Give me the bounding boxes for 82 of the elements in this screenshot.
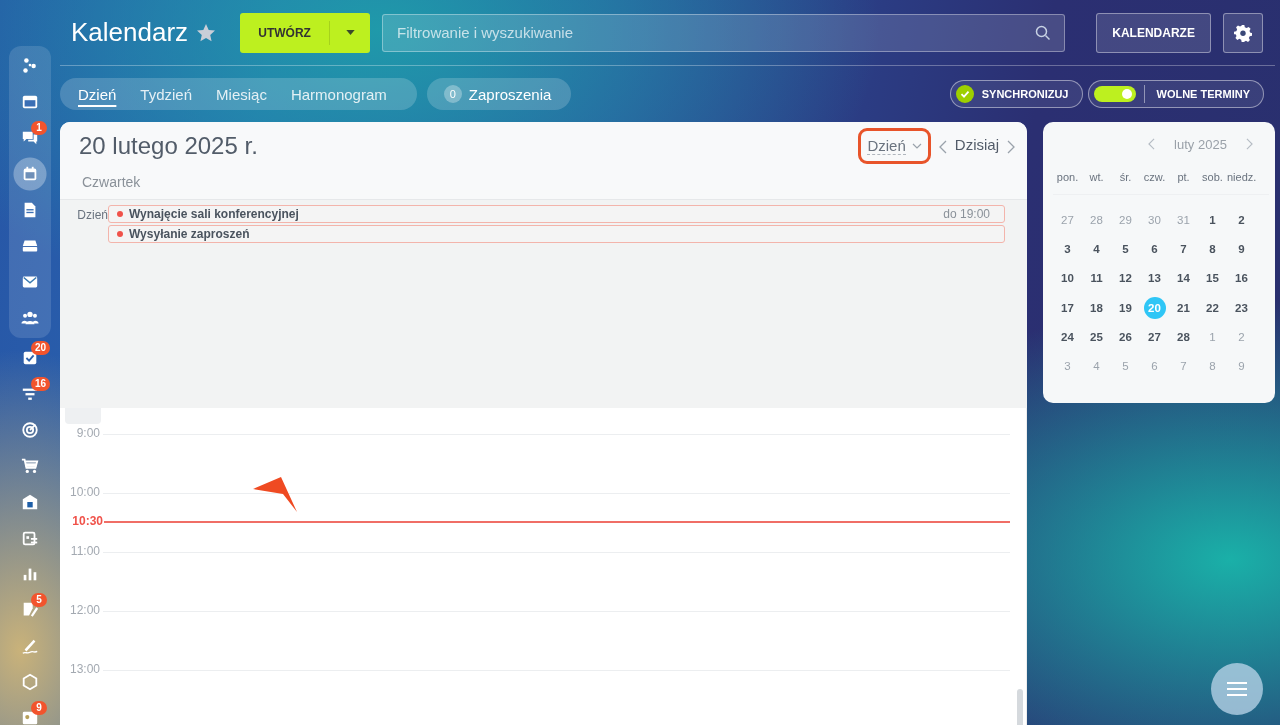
store-icon <box>21 493 39 511</box>
month-title: luty 2025 <box>1174 136 1227 152</box>
calendar-day[interactable]: 5 <box>1114 237 1137 260</box>
calendar-day[interactable]: 2 <box>1230 208 1253 231</box>
sign-icon <box>21 637 39 655</box>
weekday-header: wt. <box>1088 171 1105 183</box>
today-button[interactable]: Dzisiaj <box>954 136 999 153</box>
event-bar[interactable]: Wysyłanie zaproszeń <box>108 225 1005 243</box>
calendar-day[interactable]: 15 <box>1201 267 1224 290</box>
calendar-day[interactable]: 14 <box>1172 267 1195 290</box>
calendar-day[interactable]: 12 <box>1114 267 1137 290</box>
event-bar[interactable]: Wynajęcie sali konferencyjnej do 19:00 <box>108 205 1005 223</box>
calendar-day[interactable]: 24 <box>1056 325 1079 348</box>
count-badge: 5 <box>31 593 47 607</box>
all-day-label: Dzień <box>76 207 108 224</box>
search-icon <box>1035 24 1052 41</box>
calendar-day[interactable]: 26 <box>1114 325 1137 348</box>
people-icon <box>21 309 39 327</box>
calendar-day[interactable]: 10 <box>1056 267 1079 290</box>
calendar-day[interactable]: 13 <box>1143 267 1166 290</box>
free-slots-button[interactable]: WOLNE TERMINY <box>1087 80 1264 108</box>
chevron-right-icon[interactable] <box>1007 140 1015 154</box>
weekday-header: sob. <box>1201 171 1224 183</box>
calendar-day[interactable]: 25 <box>1085 325 1108 348</box>
calendar-day[interactable]: 9 <box>1230 237 1253 260</box>
calendar-day[interactable]: 4 <box>1085 237 1108 260</box>
schedule-icon <box>21 529 39 547</box>
network-icon <box>21 57 39 75</box>
settings-icon <box>1234 23 1253 42</box>
count-badge: 16 <box>31 377 51 391</box>
list-icon <box>1227 682 1247 696</box>
view-tab[interactable]: Dzień <box>66 81 129 107</box>
chevron-left-icon[interactable] <box>938 140 947 154</box>
target-icon <box>21 421 39 439</box>
calendar-day[interactable]: 23 <box>1230 296 1253 319</box>
edit-icon <box>21 601 39 619</box>
calendar-day[interactable]: 6 <box>1143 237 1166 260</box>
weekday-label: Czwartek <box>81 174 142 190</box>
window-icon <box>21 93 39 111</box>
list-button[interactable] <box>1211 663 1263 715</box>
count-badge: 20 <box>31 341 51 355</box>
calendar-day[interactable]: 7 <box>1172 237 1195 260</box>
weekday-header: pon. <box>1055 171 1080 183</box>
settings-button[interactable] <box>1223 12 1264 53</box>
calendar-day[interactable]: 1 <box>1201 208 1224 231</box>
page-title: Kalendarz <box>71 17 189 48</box>
calendar-day[interactable]: 21 <box>1172 296 1195 319</box>
weekday-header: śr. <box>1118 171 1133 183</box>
count-badge: 9 <box>31 701 47 715</box>
date-heading: 20 lutego 2025 r. <box>79 132 258 160</box>
calendar-day[interactable]: 19 <box>1114 296 1137 319</box>
sync-button[interactable]: SYNCHRONIZUJ <box>949 80 1083 108</box>
calendar-day[interactable]: 3 <box>1056 237 1079 260</box>
caret-icon <box>345 30 355 35</box>
cart-icon <box>21 457 39 475</box>
calendars-button[interactable]: KALENDARZE <box>1096 12 1212 53</box>
scrollbar[interactable] <box>1017 689 1023 725</box>
calendar-day[interactable]: 28 <box>1172 325 1195 348</box>
chevron-down-icon <box>911 143 922 149</box>
calendar-day[interactable]: 16 <box>1230 267 1253 290</box>
calendar-day[interactable]: 18 <box>1085 296 1108 319</box>
count-badge: 0 <box>443 85 462 103</box>
weekday-header: czw. <box>1142 171 1167 183</box>
invitations-label: Zaproszenia <box>468 85 552 103</box>
calendar-day[interactable]: 27 <box>1143 325 1166 348</box>
weekday-header: niedz. <box>1227 171 1256 183</box>
calendar-day[interactable]: 8 <box>1201 237 1224 260</box>
calendar-day[interactable]: 17 <box>1056 296 1079 319</box>
calendar-day[interactable]: 22 <box>1201 296 1224 319</box>
calendar-day[interactable]: 11 <box>1085 267 1108 290</box>
star-icon[interactable] <box>196 22 217 43</box>
free-slots-label: WOLNE TERMINY <box>1156 88 1250 100</box>
sidebar-item[interactable] <box>10 157 50 191</box>
view-dropdown[interactable]: Dzień <box>858 128 931 164</box>
calendar-icon <box>21 165 39 183</box>
toggle-switch[interactable] <box>1093 86 1136 102</box>
contact-icon <box>21 709 39 725</box>
count-badge: 1 <box>31 121 47 135</box>
hexagon-icon <box>21 673 39 691</box>
sync-label: SYNCHRONIZUJ <box>981 88 1069 100</box>
weekday-header: pt. <box>1176 171 1191 183</box>
tasks-icon <box>21 349 39 367</box>
